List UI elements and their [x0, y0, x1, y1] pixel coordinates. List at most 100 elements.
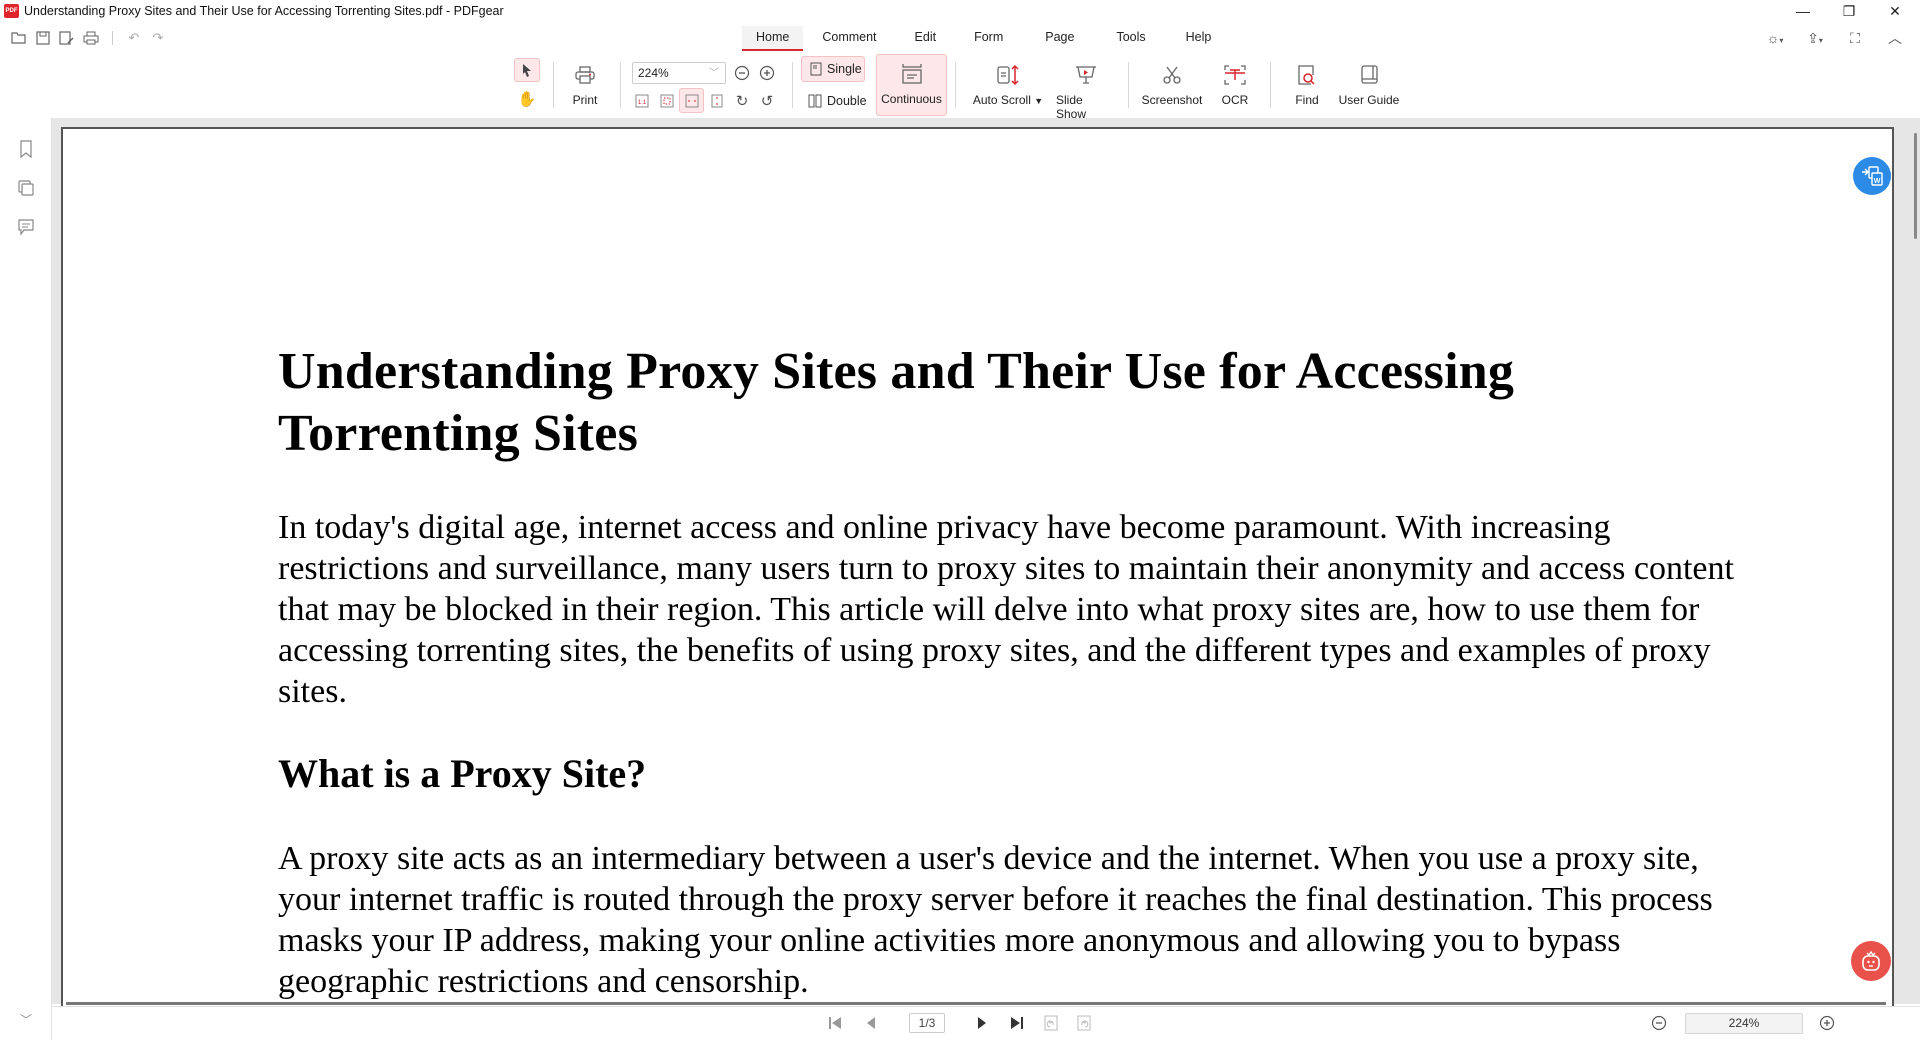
intro-paragraph: In today's digital age, internet access …	[278, 509, 1734, 710]
status-zoom-level[interactable]: 224%	[1685, 1013, 1803, 1034]
fit-width-button[interactable]	[679, 88, 704, 113]
zoom-value: 224%	[638, 66, 669, 80]
next-page-icon	[978, 1017, 986, 1029]
section-paragraph: A proxy site acts as an intermediary bet…	[278, 840, 1713, 1000]
restore-button[interactable]: ❐	[1826, 0, 1872, 24]
save-as-icon[interactable]	[58, 29, 76, 47]
auto-scroll-label-wrap: Auto Scroll ▼	[973, 93, 1043, 107]
auto-scroll-icon	[996, 60, 1020, 90]
previous-page-icon	[867, 1017, 875, 1029]
page-number-input[interactable]: 1/3	[909, 1013, 945, 1033]
minimize-button[interactable]: —	[1780, 0, 1826, 24]
quick-access-toolbar: ↶ ↷	[10, 28, 167, 48]
print-button[interactable]: Print	[567, 60, 603, 107]
open-icon[interactable]	[10, 29, 28, 47]
find-label: Find	[1295, 93, 1319, 107]
thumbnails-icon[interactable]	[15, 177, 37, 199]
svg-text:1:1: 1:1	[638, 100, 647, 106]
convert-word-icon: W	[1862, 166, 1883, 186]
rotate-counterclockwise-button[interactable]: ↺	[756, 90, 778, 112]
comments-icon[interactable]	[15, 216, 37, 238]
select-tool-button[interactable]	[514, 58, 540, 82]
status-zoom-in-button[interactable]	[1816, 1012, 1838, 1034]
robot-icon	[1862, 950, 1880, 971]
bookmark-icon[interactable]	[15, 138, 37, 160]
screenshot-label: Screenshot	[1141, 93, 1203, 107]
zoom-in-icon	[1819, 1015, 1835, 1031]
single-page-button[interactable]: Single	[801, 56, 865, 82]
title-bar: PDF Understanding Proxy Sites and Their …	[0, 0, 1920, 24]
slide-show-label: Slide Show	[1056, 93, 1087, 121]
zoom-select[interactable]: 224% ﹀	[632, 62, 726, 84]
expand-sidebar-chevron-icon[interactable]: ﹀	[15, 1008, 37, 1030]
double-page-button[interactable]: Double	[808, 89, 867, 113]
window-title: Understanding Proxy Sites and Their Use …	[24, 4, 504, 18]
user-guide-label: User Guide	[1338, 93, 1400, 107]
zoom-out-icon	[1651, 1015, 1667, 1031]
zoom-in-button[interactable]	[756, 62, 778, 84]
undo-icon[interactable]: ↶	[125, 29, 143, 47]
user-guide-button[interactable]: User Guide	[1338, 60, 1400, 107]
ocr-icon	[1224, 60, 1246, 90]
collapse-ribbon-icon[interactable]: ︿	[1884, 28, 1906, 48]
convert-to-word-button[interactable]: W	[1853, 157, 1891, 195]
save-icon[interactable]	[34, 29, 52, 47]
tab-home[interactable]: Home	[742, 26, 804, 51]
auto-scroll-label: Auto Scroll	[972, 93, 1031, 107]
previous-view-button[interactable]	[1040, 1012, 1062, 1034]
divider	[792, 62, 793, 108]
actual-size-button[interactable]: 1:1	[631, 90, 653, 112]
ai-assistant-button[interactable]	[1851, 941, 1891, 981]
top-right-tools: ☼▾ ⇪▾ ⛶ ︿	[1764, 28, 1906, 48]
status-zoom-out-button[interactable]	[1648, 1012, 1670, 1034]
double-page-icon	[808, 94, 822, 108]
close-button[interactable]: ✕	[1872, 0, 1918, 24]
continuous-button[interactable]: Continuous	[876, 54, 947, 116]
document-title: Understanding Proxy Sites and Their Use …	[278, 343, 1515, 462]
ocr-button[interactable]: OCR	[1218, 60, 1252, 107]
tab-help[interactable]: Help	[1173, 26, 1225, 50]
tab-form[interactable]: Form	[961, 26, 1016, 50]
previous-view-icon	[1044, 1015, 1058, 1031]
redo-icon[interactable]: ↷	[149, 29, 167, 47]
book-icon	[1359, 60, 1379, 90]
divider	[112, 31, 113, 45]
hand-tool-button[interactable]: ✋	[516, 88, 538, 110]
tab-comment[interactable]: Comment	[809, 26, 889, 50]
first-page-button[interactable]	[824, 1012, 846, 1034]
divider	[553, 62, 554, 108]
slide-show-button[interactable]: Slide Show	[1056, 60, 1116, 121]
fullscreen-icon[interactable]: ⛶	[1844, 30, 1866, 47]
fit-page-button[interactable]	[656, 90, 678, 112]
dropdown-arrow-icon: ▼	[1034, 96, 1044, 106]
vertical-scrollbar[interactable]	[1914, 133, 1917, 239]
rotate-clockwise-button[interactable]: ↻	[731, 90, 753, 112]
menu-tabs: Home Comment Edit Form Page Tools Help	[742, 26, 1225, 51]
plus-circle-icon	[759, 65, 775, 81]
find-button[interactable]: Find	[1290, 60, 1324, 107]
divider	[955, 62, 956, 108]
last-page-button[interactable]	[1006, 1012, 1028, 1034]
print-icon[interactable]	[82, 29, 100, 47]
tab-tools[interactable]: Tools	[1103, 26, 1158, 50]
continuous-label: Continuous	[881, 92, 942, 106]
divider	[620, 62, 621, 108]
divider	[1128, 62, 1129, 108]
tab-edit[interactable]: Edit	[902, 26, 950, 50]
double-label: Double	[827, 94, 867, 108]
screenshot-button[interactable]: Screenshot	[1141, 60, 1203, 107]
zoom-out-button[interactable]	[731, 62, 753, 84]
svg-text:W: W	[1874, 178, 1881, 185]
find-icon	[1297, 60, 1317, 90]
printer-icon	[575, 60, 595, 90]
theme-icon[interactable]: ☼▾	[1764, 30, 1786, 46]
next-page-button[interactable]	[971, 1012, 993, 1034]
tab-page[interactable]: Page	[1032, 26, 1087, 50]
previous-page-button[interactable]	[860, 1012, 882, 1034]
next-view-button[interactable]	[1073, 1012, 1095, 1034]
auto-scroll-button[interactable]: Auto Scroll ▼	[972, 60, 1044, 107]
share-icon[interactable]: ⇪▾	[1804, 30, 1826, 47]
first-page-icon	[829, 1017, 841, 1029]
chevron-down-icon: ﹀	[709, 68, 719, 79]
fit-height-button[interactable]	[706, 90, 728, 112]
